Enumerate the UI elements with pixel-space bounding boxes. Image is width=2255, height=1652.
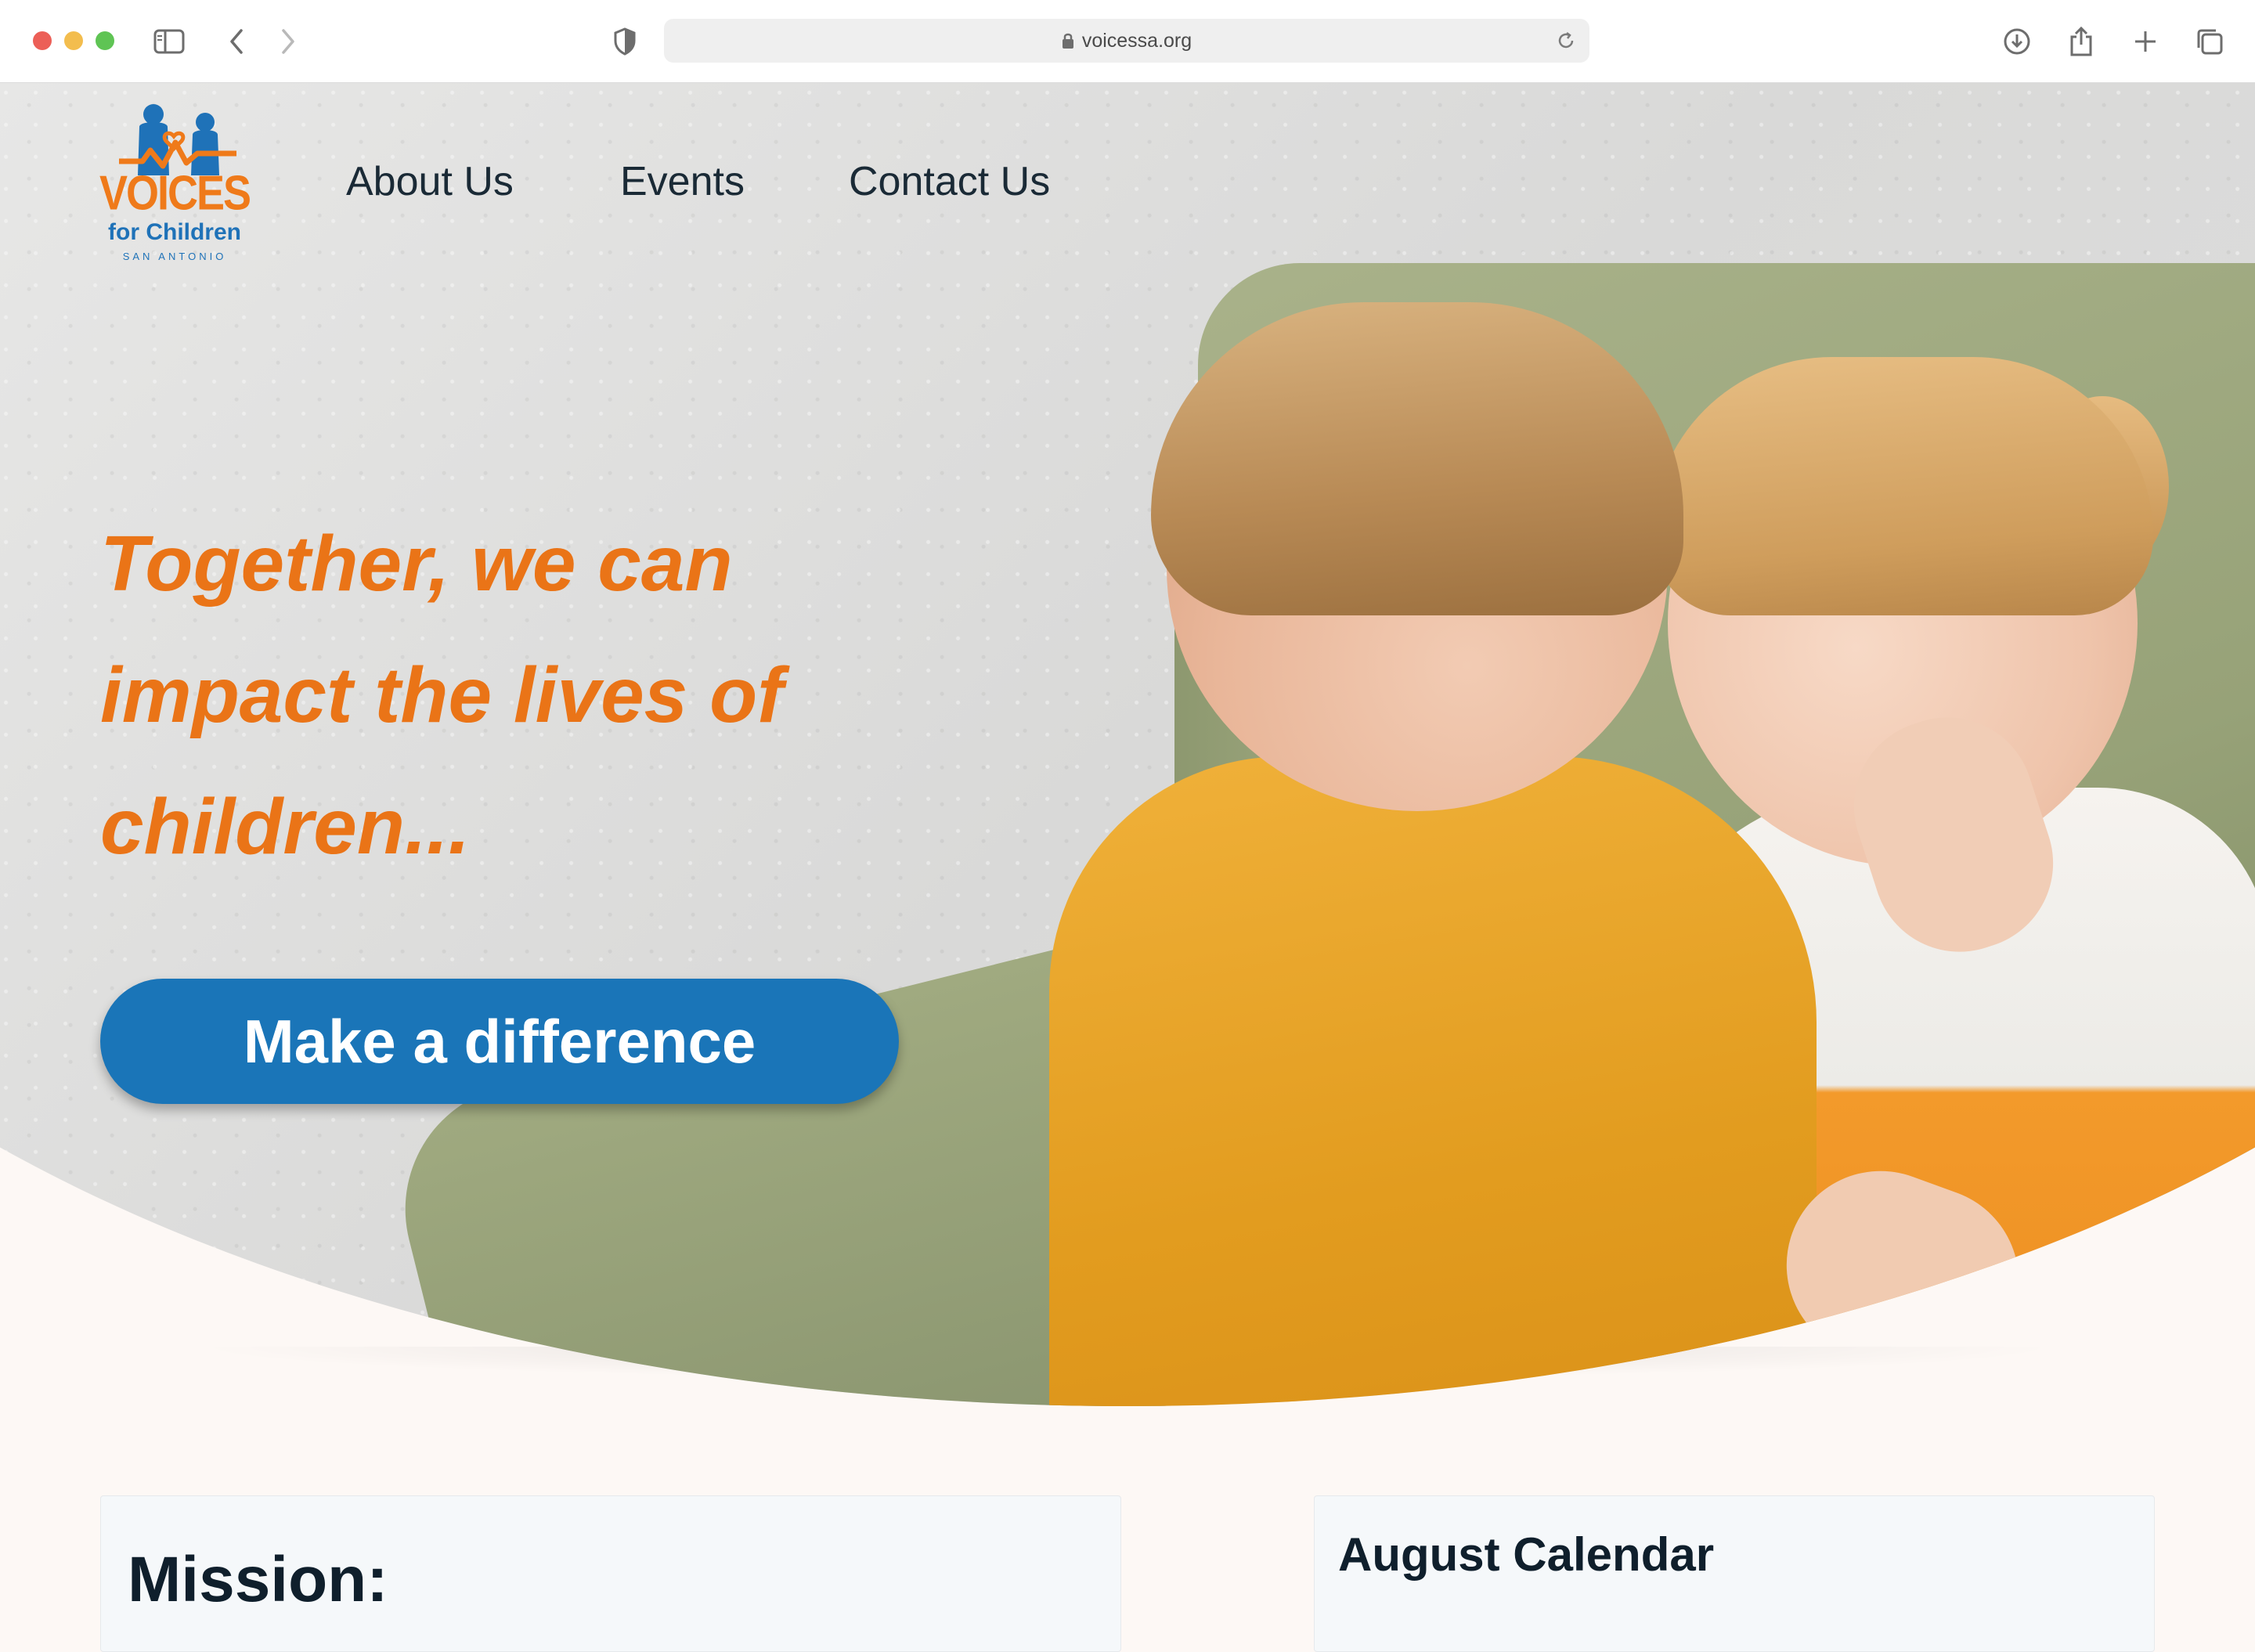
share-icon[interactable] [2066,26,2097,57]
lock-icon [1062,32,1074,49]
nav-events[interactable]: Events [620,158,745,205]
make-a-difference-button[interactable]: Make a difference [100,979,899,1104]
tagline-line-2: impact the lives of [100,651,784,739]
sidebar-icon[interactable] [153,26,185,57]
children-figures-icon [119,104,236,175]
logo-city: SAN ANTONIO [122,251,227,262]
nav-about-us[interactable]: About Us [346,158,514,205]
browser-toolbar: voicessa.org [0,0,2255,83]
logo-subtitle: for Children [108,219,241,245]
shield-icon[interactable] [609,26,640,57]
address-bar[interactable]: voicessa.org [664,19,1589,63]
hero-tagline: Together, we can impact the lives of chi… [100,498,883,893]
tab-overview-icon[interactable] [2194,26,2225,57]
tagline-line-1: Together, we can [100,520,733,608]
mission-card: Mission: [100,1495,1121,1652]
download-icon[interactable] [2001,26,2033,57]
hero-photo-boy [1049,756,1817,1406]
minimize-window-button[interactable] [64,31,83,50]
close-window-button[interactable] [33,31,52,50]
calendar-card: August Calendar [1314,1495,2155,1652]
girl-hair [1652,357,2153,615]
calendar-title: August Calendar [1338,1528,1715,1581]
site-logo[interactable]: VOICES for Children SAN ANTONIO [99,103,251,269]
new-tab-icon[interactable] [2130,26,2161,57]
nav-contact-us[interactable]: Contact Us [849,158,1050,205]
boy-hair [1151,302,1683,615]
forward-icon[interactable] [272,26,304,57]
reload-icon[interactable] [1553,28,1578,53]
url-text: voicessa.org [1081,29,1192,52]
tagline-line-3: children... [100,783,471,871]
logo-wordmark: VOICES [99,166,251,221]
maximize-window-button[interactable] [96,31,114,50]
mission-title: Mission: [128,1544,388,1615]
back-icon[interactable] [221,26,252,57]
